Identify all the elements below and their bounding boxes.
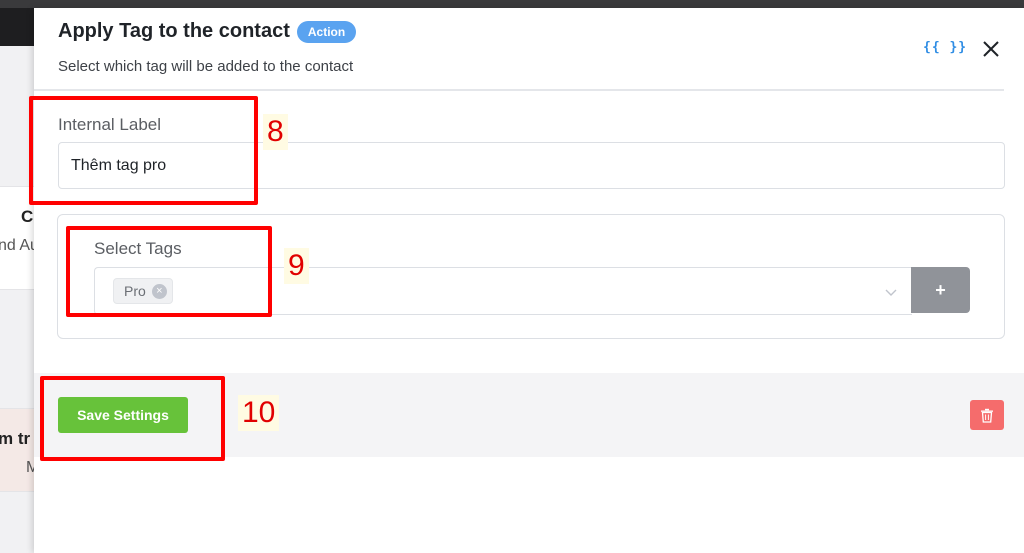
background-card-subtitle: M [26, 459, 34, 477]
background-card-subtitle: nd Au [0, 237, 34, 254]
annotation-number-10: 10 [238, 395, 280, 431]
action-settings-drawer: Apply Tag to the contact Action Select w… [34, 8, 1024, 553]
top-bar [0, 0, 1024, 8]
drawer-footer: Save Settings [34, 373, 1024, 457]
select-tags-panel: Select Tags Pro × + [57, 214, 1005, 339]
select-tags-label: Select Tags [94, 239, 182, 258]
curly-braces-icon[interactable]: {{ }} [923, 40, 967, 55]
annotation-number-9: 9 [284, 248, 309, 284]
background-card[interactable]: C nd Au [0, 186, 34, 290]
tags-select[interactable]: Pro × [94, 267, 912, 315]
header-divider [34, 89, 1004, 91]
action-badge: Action [296, 20, 357, 43]
add-tag-button[interactable]: + [911, 267, 970, 313]
drawer-subtitle: Select which tag will be added to the co… [58, 58, 354, 75]
background-card-title: C [21, 207, 34, 226]
drawer-title: Apply Tag to the contact [58, 20, 290, 42]
background-card[interactable]: m tr M [0, 408, 34, 492]
close-circle-icon[interactable]: × [151, 283, 167, 299]
drawer-header: Apply Tag to the contact Action [58, 20, 357, 43]
internal-label-label: Internal Label [58, 115, 162, 134]
background-nav-strip [0, 8, 34, 46]
annotation-number-8: 8 [263, 114, 288, 150]
internal-label-input[interactable] [58, 142, 1005, 189]
delete-button[interactable] [970, 400, 1004, 430]
chevron-down-icon[interactable] [884, 285, 898, 299]
trash-icon [981, 408, 993, 423]
close-icon[interactable] [978, 36, 1004, 62]
tag-chip-label: Pro [124, 283, 146, 299]
selected-tag-chip: Pro × [113, 278, 173, 304]
background-card-title: m tr [0, 429, 31, 448]
save-settings-button[interactable]: Save Settings [58, 397, 188, 433]
